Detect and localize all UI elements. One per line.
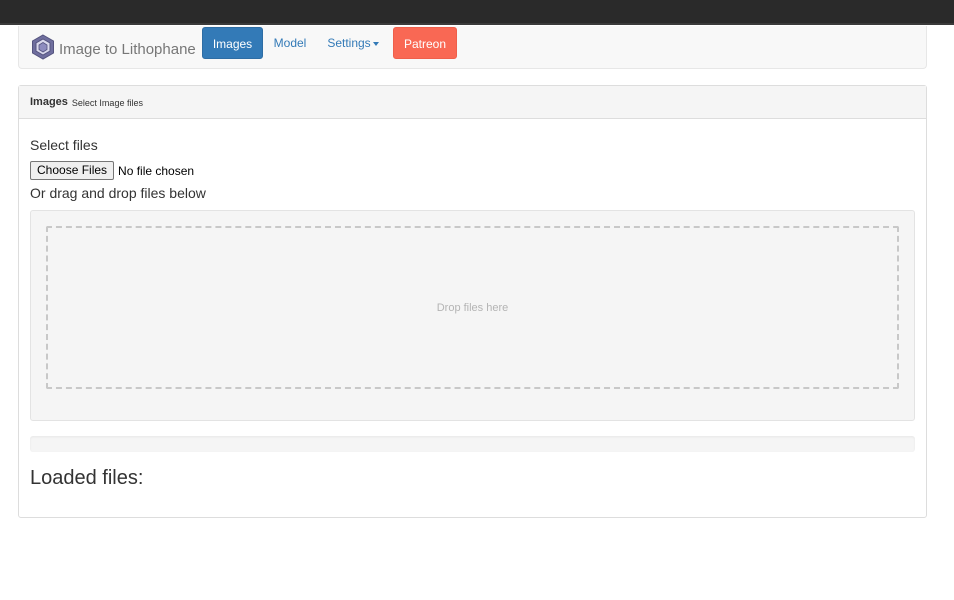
drop-well: Drop files here (30, 210, 915, 421)
caret-down-icon (372, 41, 379, 46)
brand-title: Image to Lithophane (59, 40, 196, 58)
select-files-label: Select files (30, 137, 98, 153)
nav-tab-images[interactable]: Images (202, 27, 263, 59)
drag-drop-label: Or drag and drop files below (30, 185, 206, 201)
browser-top-bar (0, 0, 954, 25)
hexagon-logo-icon (31, 34, 55, 60)
loaded-files-title: Loaded files: (30, 467, 144, 489)
choose-files-button[interactable]: Choose Files (30, 161, 115, 180)
images-panel: Images Select Image files Select files C… (18, 85, 927, 518)
nav-settings-dropdown[interactable]: Settings (325, 27, 381, 59)
nav-patreon-button[interactable]: Patreon (393, 27, 457, 59)
drop-files-text: Drop files here (436, 301, 509, 314)
nav-settings-label: Settings (327, 36, 371, 50)
no-file-chosen-text: No file chosen (118, 163, 195, 178)
upload-progress-bar (30, 436, 915, 452)
nav-tab-model[interactable]: Model (268, 27, 312, 59)
brand[interactable]: Image to Lithophane (31, 32, 196, 62)
file-input[interactable]: Choose Files No file chosen (30, 161, 194, 180)
navbar: Image to Lithophane Images Model Setting… (18, 26, 927, 69)
panel-heading: Images Select Image files (19, 86, 926, 119)
panel-title: Images (30, 96, 68, 108)
panel-subtitle: Select Image files (71, 98, 143, 108)
drop-zone[interactable]: Drop files here (46, 226, 899, 389)
